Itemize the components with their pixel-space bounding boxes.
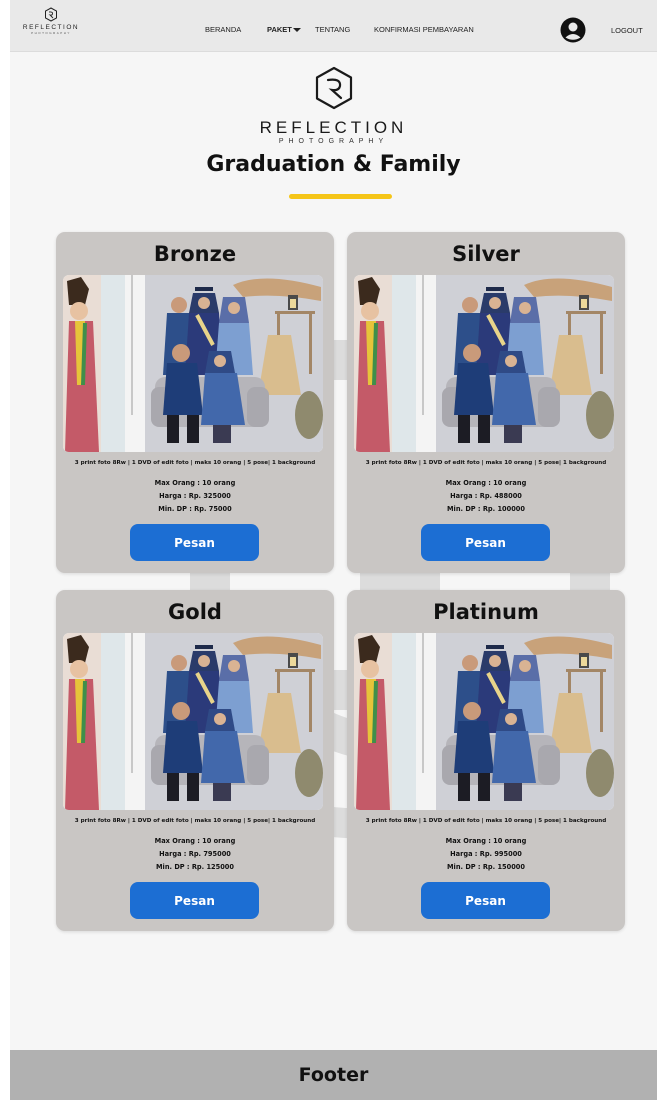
hero-brand-name: REFLECTION [259, 118, 408, 137]
package-description: 3 print foto 8Rw | 1 DVD of edit foto | … [74, 460, 316, 466]
package-photo [63, 633, 323, 810]
package-price: Harga : Rp. 488000 [450, 492, 522, 500]
logout-link[interactable]: LOGOUT [611, 26, 643, 35]
package-max-people: Max Orang : 10 orang [154, 837, 236, 845]
package-max-people: Max Orang : 10 orang [445, 837, 527, 845]
order-button-platinum[interactable]: Pesan [421, 882, 550, 919]
package-photo [63, 275, 323, 452]
package-card-gold: Gold 3 print foto 8Rw | 1 DVD of edit fo… [56, 590, 334, 931]
footer: Footer [10, 1050, 657, 1100]
reflection-logo-icon [45, 7, 57, 22]
package-photo [354, 275, 614, 452]
page: REFLECTION PHOTOGRAPHY BERANDA PAKET TEN… [10, 0, 657, 1100]
package-name: Gold [168, 600, 222, 624]
package-card-bronze: Bronze 3 print foto 8Rw | 1 DVD of edit … [56, 232, 334, 573]
order-button-silver[interactable]: Pesan [421, 524, 550, 561]
nav-link-paket[interactable]: PAKET [267, 25, 301, 34]
user-avatar-icon[interactable] [560, 17, 586, 43]
title-underline [289, 194, 392, 199]
package-description: 3 print foto 8Rw | 1 DVD of edit foto | … [365, 460, 607, 466]
chevron-down-icon [292, 28, 301, 33]
package-photo [354, 633, 614, 810]
footer-label: Footer [298, 1064, 369, 1086]
package-price: Harga : Rp. 995000 [450, 850, 522, 858]
hero-logo [10, 66, 657, 114]
package-name: Bronze [153, 242, 237, 266]
package-description: 3 print foto 8Rw | 1 DVD of edit foto | … [74, 818, 316, 824]
package-name: Platinum [433, 600, 539, 624]
reflection-logo-icon [315, 66, 352, 110]
navbar-brand-sub: PHOTOGRAPHY [31, 31, 71, 35]
package-description: 3 print foto 8Rw | 1 DVD of edit foto | … [365, 818, 607, 824]
package-min-dp: Min. DP : Rp. 125000 [156, 863, 234, 871]
package-price: Harga : Rp. 795000 [159, 850, 231, 858]
package-price: Harga : Rp. 325000 [159, 492, 231, 500]
package-max-people: Max Orang : 10 orang [154, 479, 236, 487]
package-min-dp: Min. DP : Rp. 100000 [447, 505, 525, 513]
package-min-dp: Min. DP : Rp. 150000 [447, 863, 525, 871]
hero-brand-sub: PHOTOGRAPHY [278, 138, 389, 145]
nav-link-beranda[interactable]: BERANDA [205, 25, 241, 34]
order-button-gold[interactable]: Pesan [130, 882, 259, 919]
nav-link-konfirmasi-pembayaran[interactable]: KONFIRMASI PEMBAYARAN [374, 25, 474, 34]
package-max-people: Max Orang : 10 orang [445, 479, 527, 487]
top-navbar: REFLECTION PHOTOGRAPHY BERANDA PAKET TEN… [10, 0, 657, 52]
package-card-silver: Silver 3 print foto 8Rw | 1 DVD of edit … [347, 232, 625, 573]
nav-link-tentang[interactable]: TENTANG [315, 25, 350, 34]
page-title: Graduation & Family [206, 152, 461, 177]
order-button-bronze[interactable]: Pesan [130, 524, 259, 561]
navbar-brand-name: REFLECTION [22, 24, 80, 31]
navbar-logo[interactable]: REFLECTION PHOTOGRAPHY [22, 7, 80, 35]
package-min-dp: Min. DP : Rp. 75000 [158, 505, 232, 513]
package-name: Silver [452, 242, 520, 266]
package-card-platinum: Platinum 3 print foto 8Rw | 1 DVD of edi… [347, 590, 625, 931]
nav-link-paket-label: PAKET [267, 25, 292, 34]
